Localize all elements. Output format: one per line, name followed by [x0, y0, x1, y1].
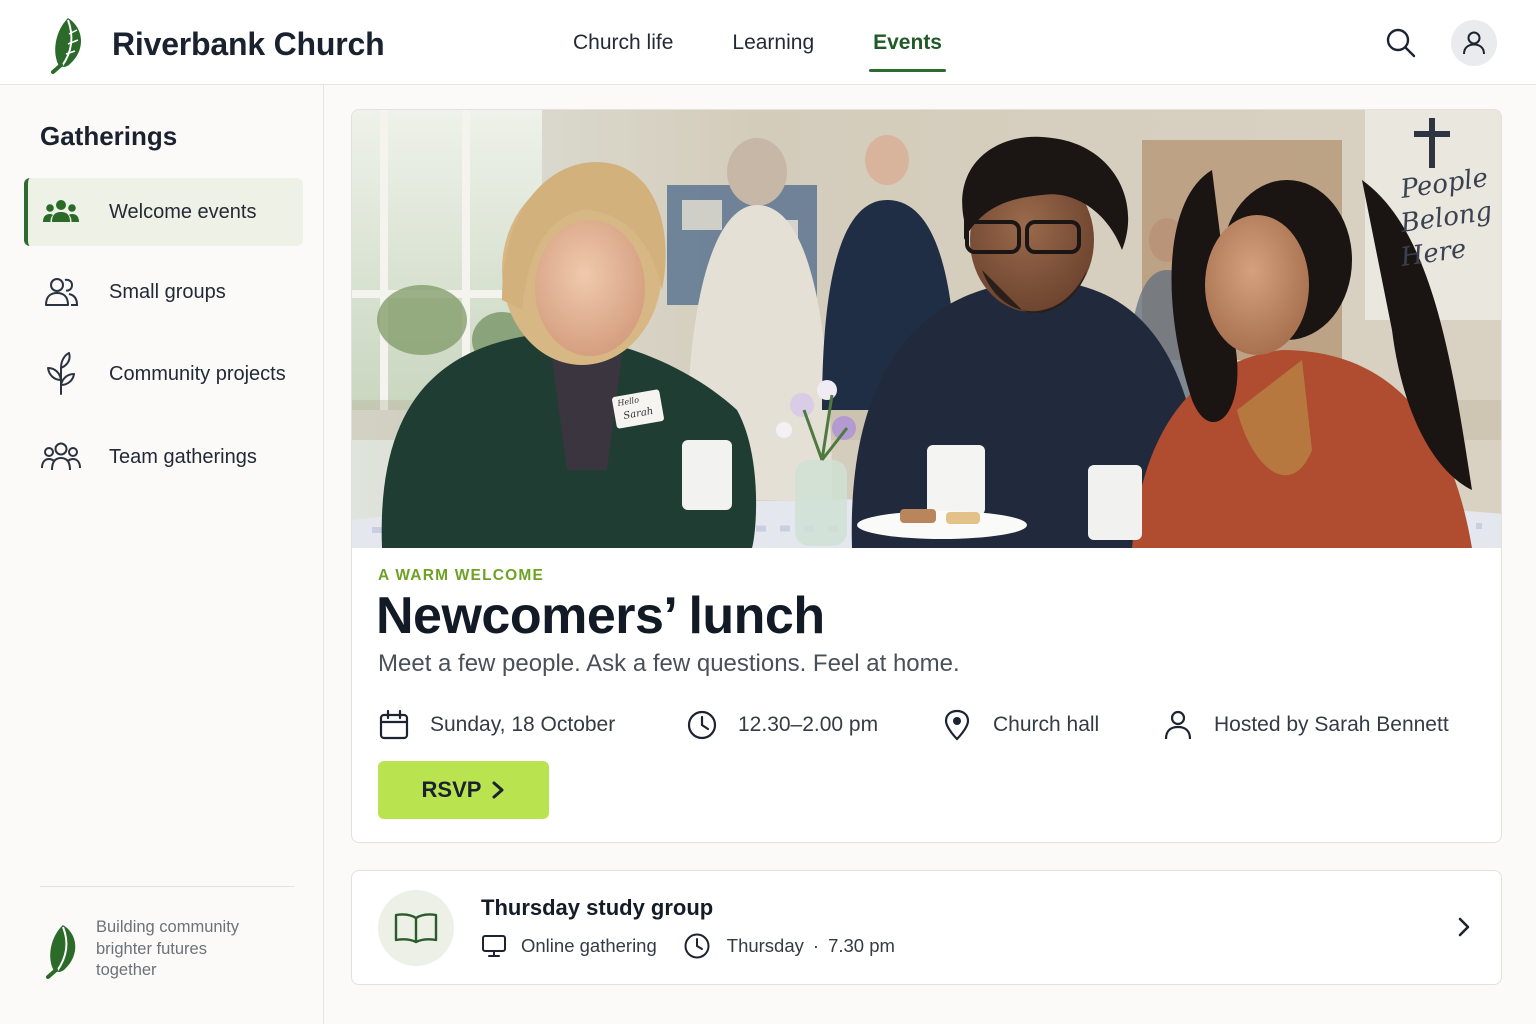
event-row-mode: Online gathering: [521, 935, 657, 956]
rsvp-label: RSVP: [421, 777, 482, 802]
event-time-text: 12.30–2.00 pm: [738, 713, 879, 736]
main-nav: Church life Learning Events: [552, 0, 980, 85]
event-eyebrow: A WARM WELCOME: [378, 567, 545, 584]
clock-icon: [684, 933, 710, 959]
calendar-icon: [379, 709, 409, 740]
event-row-title: Thursday study group: [481, 895, 714, 920]
event-badge: [378, 890, 454, 966]
event-host-text: Hosted by Sarah Bennett: [1214, 713, 1449, 736]
sidebar-item-label: Team gatherings: [109, 445, 257, 468]
featured-event-card[interactable]: Hello Sarah People Belong Here A WARM WELCOM…: [351, 109, 1502, 843]
sidebar-title: Gatherings: [40, 121, 178, 151]
sidebar-item-small-groups[interactable]: Small groups: [24, 258, 303, 326]
sprout-icon: [41, 352, 81, 395]
monitor-icon: [482, 935, 506, 957]
chevron-right-icon: [492, 781, 504, 799]
sidebar-footer: Building community brighter futures toge…: [40, 917, 266, 982]
sidebar-item-team-gatherings[interactable]: Team gatherings: [24, 423, 303, 491]
sidebar: Gatherings Welcome events Small groups C…: [0, 85, 324, 1024]
brand[interactable]: Riverbank Church: [44, 14, 385, 74]
event-row-meta: Online gathering Thursday · 7.30 pm: [481, 931, 895, 961]
clock-icon: [687, 710, 717, 740]
sidebar-item-welcome-events[interactable]: Welcome events: [24, 178, 303, 246]
brand-name: Riverbank Church: [112, 25, 385, 62]
chevron-right-icon[interactable]: [1452, 915, 1476, 939]
event-location-text: Church hall: [993, 713, 1100, 736]
account-button[interactable]: [1451, 20, 1497, 66]
search-button[interactable]: [1383, 25, 1419, 61]
event-row-time: 7.30 pm: [828, 935, 895, 956]
book-icon: [394, 913, 438, 944]
event-time: 12.30–2.00 pm: [686, 706, 878, 744]
person-icon: [1164, 710, 1192, 740]
event-row-separator: ·: [812, 935, 820, 956]
sidebar-item-label: Small groups: [109, 280, 226, 303]
users-icon: [41, 272, 81, 312]
event-title: Newcomers’ lunch: [376, 587, 825, 645]
leaf-icon: [46, 925, 76, 979]
nav-learning[interactable]: Learning: [711, 0, 835, 85]
event-list-item[interactable]: Thursday study group Online gathering Th…: [351, 870, 1502, 985]
team-icon: [41, 437, 81, 477]
event-date-text: Sunday, 18 October: [430, 713, 616, 736]
event-row-day: Thursday: [726, 935, 804, 956]
user-icon: [1463, 31, 1485, 55]
event-subtitle: Meet a few people. Ask a few questions. …: [378, 650, 960, 677]
sidebar-item-community-projects[interactable]: Community projects: [24, 340, 303, 408]
leaf-logo-icon: [51, 18, 82, 74]
top-navigation-bar: Riverbank Church Church life Learning Ev…: [0, 0, 1536, 85]
nav-church-life[interactable]: Church life: [552, 0, 694, 85]
event-location: Church hall: [941, 706, 1099, 744]
people-group-icon: [41, 192, 81, 232]
event-photo: HelloSarahPeopleBelongHere: [352, 110, 1501, 548]
event-date: Sunday, 18 October: [378, 706, 615, 744]
map-pin-icon: [944, 709, 970, 741]
sidebar-divider: [40, 886, 294, 887]
nav-events[interactable]: Events: [852, 0, 963, 85]
search-icon: [1386, 28, 1416, 58]
sidebar-tagline: Building community brighter futures toge…: [96, 918, 240, 979]
event-host: Hosted by Sarah Bennett: [1162, 706, 1449, 744]
sidebar-item-label: Community projects: [109, 362, 286, 385]
rsvp-button[interactable]: RSVP: [378, 761, 549, 819]
sidebar-item-label: Welcome events: [109, 200, 257, 223]
